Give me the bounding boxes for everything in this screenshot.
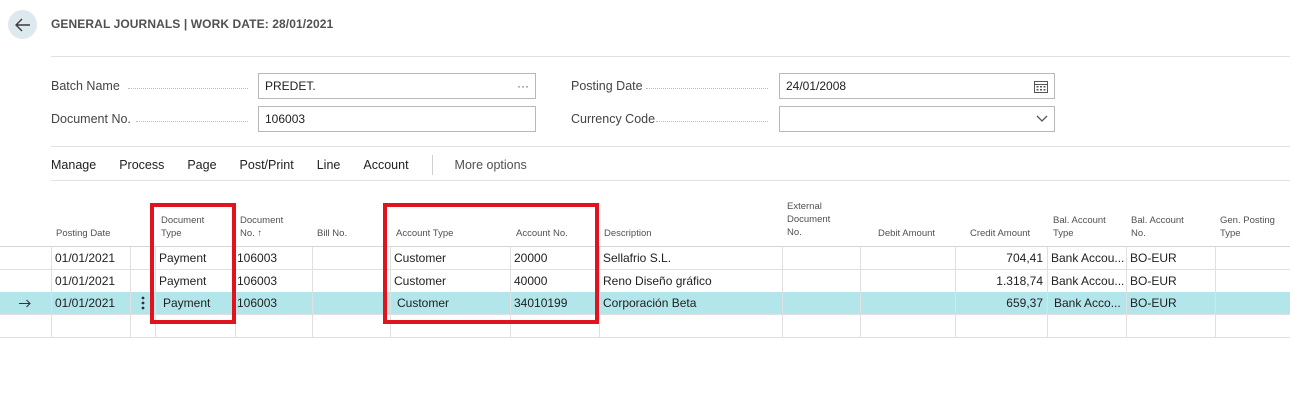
cell-bal-account-no[interactable]: BO-EUR xyxy=(1126,270,1215,292)
col-header-posting-date[interactable]: Posting Date xyxy=(56,227,110,240)
cell-description[interactable]: Corporación Beta xyxy=(599,292,782,314)
cell-description[interactable]: Reno Diseño gráfico xyxy=(599,270,782,292)
cell-bal-account-type[interactable]: Bank Acco... xyxy=(1047,292,1126,314)
action-bar-divider xyxy=(51,180,1290,181)
cell-external-document-no[interactable] xyxy=(782,292,860,314)
batch-name-field[interactable]: PREDET. ··· xyxy=(258,73,536,99)
ellipsis-icon[interactable]: ··· xyxy=(517,79,529,93)
chevron-down-icon xyxy=(1036,115,1048,123)
dotted-leader xyxy=(646,88,768,89)
action-separator xyxy=(431,155,433,175)
col-header-bal-account-type[interactable]: Bal. Account Type xyxy=(1053,214,1106,240)
current-row-arrow-icon xyxy=(0,292,51,314)
cell-credit-amount[interactable]: 704,41 xyxy=(955,247,1047,269)
col-header-document-no[interactable]: Document No. ↑ xyxy=(240,214,283,240)
col-header-text: Document xyxy=(787,214,831,225)
cell-debit-amount[interactable] xyxy=(860,292,955,314)
currency-code-label: Currency Code xyxy=(571,112,656,126)
cell-debit-amount[interactable] xyxy=(860,270,955,292)
col-header-external-document-no[interactable]: External Document No. xyxy=(787,200,830,239)
col-header-text: Bal. Account xyxy=(1131,215,1184,226)
cell-credit-amount[interactable]: 1.318,74 xyxy=(955,270,1047,292)
col-header-credit-amount[interactable]: Credit Amount xyxy=(970,227,1030,240)
cell-bill-no[interactable] xyxy=(312,247,390,269)
cell-document-no[interactable] xyxy=(235,315,312,337)
batch-name-label: Batch Name xyxy=(51,79,120,93)
cell-debit-amount[interactable] xyxy=(860,247,955,269)
action-post-print[interactable]: Post/Print xyxy=(240,158,294,172)
col-header-text: Type xyxy=(1053,228,1074,239)
posting-date-field[interactable]: 24/01/2008 xyxy=(779,73,1055,99)
cell-external-document-no[interactable] xyxy=(782,270,860,292)
cell-posting-date[interactable]: 01/01/2021 xyxy=(51,270,130,292)
dotted-leader xyxy=(656,121,768,122)
col-header-debit-amount[interactable]: Debit Amount xyxy=(878,227,935,240)
col-header-description[interactable]: Description xyxy=(604,227,652,240)
currency-code-select[interactable] xyxy=(779,106,1055,132)
cell-posting-date[interactable] xyxy=(51,315,130,337)
col-header-text: Type xyxy=(1220,228,1241,239)
arrow-left-icon xyxy=(14,18,30,31)
document-no-field[interactable]: 106003 xyxy=(258,106,536,132)
action-account[interactable]: Account xyxy=(363,158,408,172)
cell-gen-posting-type[interactable] xyxy=(1215,247,1290,269)
header-divider xyxy=(51,56,1290,57)
action-line[interactable]: Line xyxy=(317,158,341,172)
cell-bill-no[interactable] xyxy=(312,315,390,337)
batch-name-value: PREDET. xyxy=(265,79,316,93)
cell-debit-amount[interactable] xyxy=(860,315,955,337)
action-manage[interactable]: Manage xyxy=(51,158,96,172)
col-header-bill-no[interactable]: Bill No. xyxy=(317,227,347,240)
action-page[interactable]: Page xyxy=(187,158,216,172)
action-process[interactable]: Process xyxy=(119,158,164,172)
dotted-leader xyxy=(128,88,248,89)
cell-document-no[interactable]: 106003 xyxy=(235,247,312,269)
form-divider xyxy=(51,146,1290,147)
cell-document-no[interactable]: 106003 xyxy=(235,270,312,292)
cell-posting-date[interactable]: 01/01/2021 xyxy=(51,292,130,314)
col-header-text: Document xyxy=(240,215,284,226)
cell-document-no[interactable]: 106003 xyxy=(235,292,312,314)
action-more-options[interactable]: More options xyxy=(455,158,527,172)
dotted-leader xyxy=(136,121,248,122)
cell-credit-amount[interactable] xyxy=(955,315,1047,337)
col-header-text: No. xyxy=(787,227,802,238)
document-no-label: Document No. xyxy=(51,112,131,126)
calendar-icon[interactable] xyxy=(1034,80,1048,93)
cell-bal-account-no[interactable]: BO-EUR xyxy=(1126,247,1215,269)
col-header-text: External xyxy=(787,201,822,212)
cell-external-document-no[interactable] xyxy=(782,247,860,269)
cell-gen-posting-type[interactable] xyxy=(1215,270,1290,292)
cell-bill-no[interactable] xyxy=(312,270,390,292)
col-header-gen-posting-type[interactable]: Gen. Posting Type xyxy=(1220,214,1275,240)
col-header-text: Bal. Account xyxy=(1053,215,1106,226)
col-header-text: No. ↑ xyxy=(240,228,263,239)
col-header-bal-account-no[interactable]: Bal. Account No. xyxy=(1131,214,1184,240)
cell-posting-date[interactable]: 01/01/2021 xyxy=(51,247,130,269)
cell-description[interactable] xyxy=(599,315,782,337)
cell-bal-account-no[interactable] xyxy=(1126,315,1215,337)
cell-gen-posting-type[interactable] xyxy=(1215,315,1290,337)
cell-bal-account-type[interactable] xyxy=(1047,315,1126,337)
cell-gen-posting-type[interactable] xyxy=(1215,292,1290,314)
document-no-value: 106003 xyxy=(265,112,306,126)
cell-bill-no[interactable] xyxy=(312,292,390,314)
cell-external-document-no[interactable] xyxy=(782,315,860,337)
cell-bal-account-type[interactable]: Bank Accou... xyxy=(1047,247,1126,269)
cell-credit-amount[interactable]: 659,37 xyxy=(955,292,1047,314)
highlight-box-account xyxy=(383,203,599,324)
col-header-text: Gen. Posting xyxy=(1220,215,1275,226)
cell-description[interactable]: Sellafrio S.L. xyxy=(599,247,782,269)
col-header-text: No. xyxy=(1131,228,1146,239)
cell-bal-account-type[interactable]: Bank Accou... xyxy=(1047,270,1126,292)
back-button[interactable] xyxy=(8,10,37,39)
posting-date-label: Posting Date xyxy=(571,79,643,93)
action-bar: Manage Process Page Post/Print Line Acco… xyxy=(51,155,527,175)
cell-bal-account-no[interactable]: BO-EUR xyxy=(1126,292,1215,314)
highlight-box-document-type xyxy=(150,203,236,324)
posting-date-value: 24/01/2008 xyxy=(786,79,847,93)
page-title: GENERAL JOURNALS | WORK DATE: 28/01/2021 xyxy=(51,17,334,31)
